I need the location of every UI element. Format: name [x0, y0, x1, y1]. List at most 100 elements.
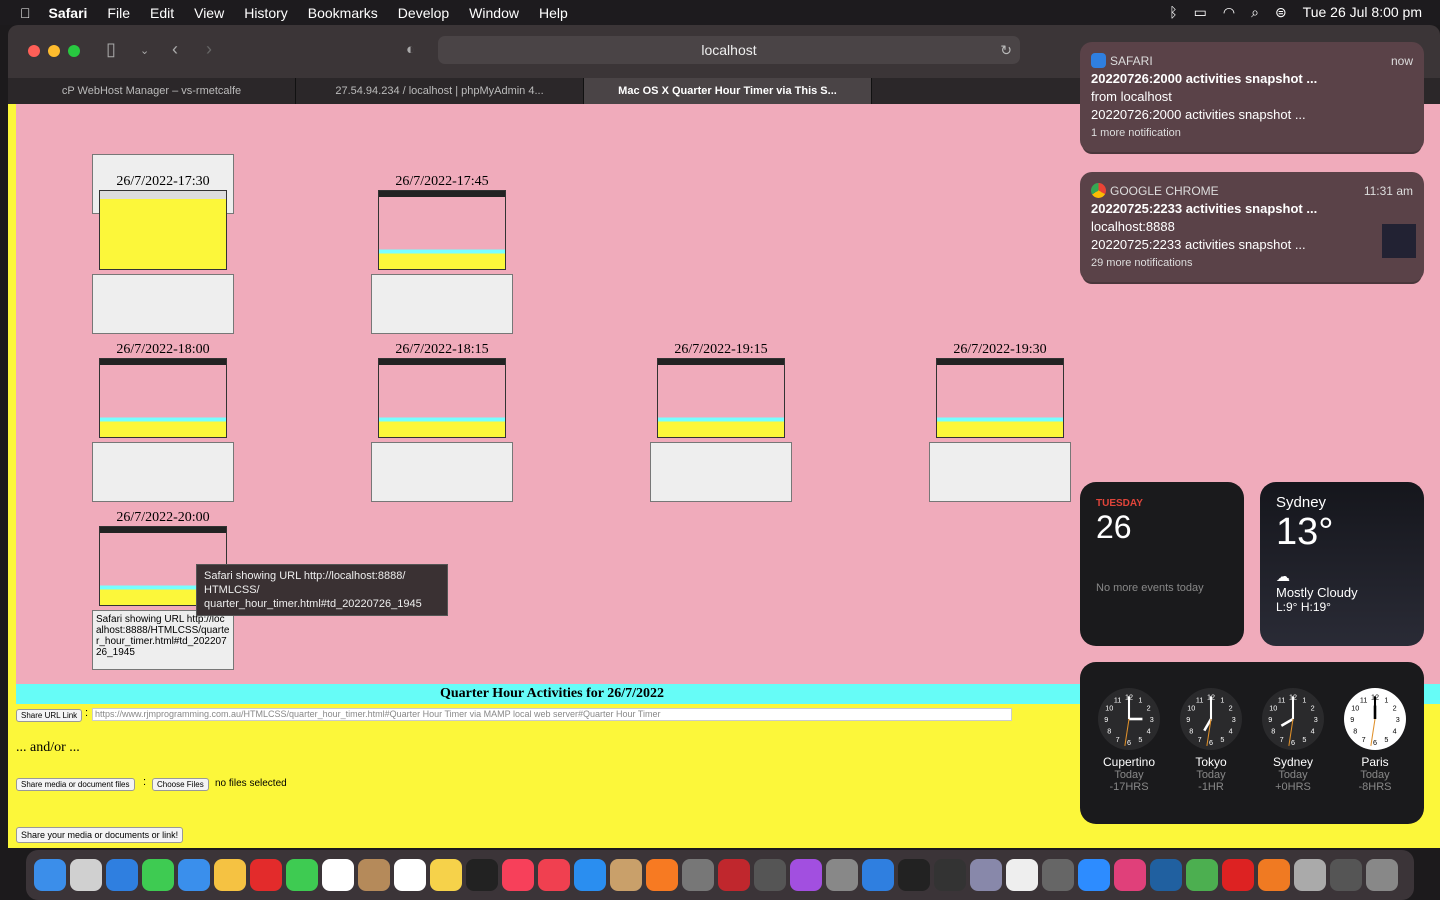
dock-calculator-icon[interactable] [682, 859, 714, 891]
wifi-icon[interactable]: ◠ [1223, 4, 1235, 21]
dock-xcode-icon[interactable] [862, 859, 894, 891]
svg-text:4: 4 [1311, 726, 1315, 735]
dock-apple-tv-icon[interactable] [466, 859, 498, 891]
menubar-clock[interactable]: Tue 26 Jul 8:00 pm [1303, 4, 1422, 21]
dock-books-icon[interactable] [1258, 859, 1290, 891]
world-clock-widget[interactable]: 123456789101112 Cupertino Today -17HRS12… [1080, 662, 1424, 824]
clock-offset: -17HRS [1109, 781, 1149, 793]
dock-paintbrush-icon[interactable] [610, 859, 642, 891]
dock-textedit-icon[interactable] [1006, 859, 1038, 891]
snapshot-notes-textarea[interactable] [92, 274, 234, 334]
dock-music-icon[interactable] [502, 859, 534, 891]
dock-preview-icon[interactable] [970, 859, 1002, 891]
snapshot-notes-textarea[interactable] [371, 442, 513, 502]
dock-filezilla-icon[interactable] [718, 859, 750, 891]
battery-icon[interactable]: ▭ [1194, 4, 1207, 21]
menu-view[interactable]: View [194, 5, 224, 21]
notification-more[interactable]: 1 more notification [1091, 124, 1413, 142]
dock-trash-icon[interactable] [1366, 859, 1398, 891]
chevron-down-icon[interactable]: ⌄ [140, 44, 149, 57]
svg-text:5: 5 [1302, 735, 1306, 744]
dock-zoom-icon[interactable] [1078, 859, 1110, 891]
share-url-input[interactable]: https://www.rjmprogramming.com.au/HTMLCS… [92, 708, 1012, 721]
dock-safari-icon[interactable] [106, 859, 138, 891]
dock-photos-icon[interactable] [214, 859, 246, 891]
dock-intellij-icon[interactable] [1114, 859, 1146, 891]
snapshot-notes-textarea[interactable] [929, 442, 1071, 502]
dock-messages-icon[interactable] [142, 859, 174, 891]
svg-text:3: 3 [1314, 715, 1318, 724]
dock-notes-icon[interactable] [430, 859, 462, 891]
dock-finder-icon[interactable] [34, 859, 66, 891]
snapshot-thumbnail[interactable] [378, 190, 506, 270]
snapshot-thumbnail[interactable] [99, 358, 227, 438]
dock-screenshot-icon[interactable] [1330, 859, 1362, 891]
dock-firefox-icon[interactable] [646, 859, 678, 891]
menu-window[interactable]: Window [469, 5, 519, 21]
notification-chrome[interactable]: GOOGLE CHROME 11:31 am 20220725:2233 acti… [1080, 172, 1424, 282]
share-media-button[interactable]: Share media or document files [16, 778, 135, 791]
snapshot-time: 26/7/2022-17:30 [116, 174, 210, 189]
dock-opera-icon[interactable] [250, 859, 282, 891]
calendar-events: No more events today [1096, 582, 1204, 594]
menu-develop[interactable]: Develop [398, 5, 449, 21]
dock-bbedit-icon[interactable] [754, 859, 786, 891]
clock-day: Today [1114, 769, 1144, 781]
minimize-window-button[interactable] [48, 45, 60, 57]
dock-contacts-icon[interactable] [358, 859, 390, 891]
bluetooth-icon[interactable]: ᛒ [1169, 4, 1177, 21]
dock-mail-icon[interactable] [178, 859, 210, 891]
dock-terminal-icon[interactable] [898, 859, 930, 891]
dock-app-store-icon[interactable] [574, 859, 606, 891]
forward-icon[interactable]: › [206, 39, 212, 60]
snapshot-thumbnail[interactable] [936, 358, 1064, 438]
tab-webhost-manager[interactable]: cP WebHost Manager – vs-rmetcalfe [8, 78, 296, 104]
notification-safari[interactable]: SAFARI now 20220726:2000 activities snaps… [1080, 42, 1424, 152]
dock-podcasts-icon[interactable] [790, 859, 822, 891]
spotlight-icon[interactable]: ⌕ [1251, 4, 1259, 21]
tab-phpmyadmin[interactable]: 27.54.94.234 / localhost | phpMyAdmin 4.… [296, 78, 584, 104]
dock-image-capture-icon[interactable] [1294, 859, 1326, 891]
dock-reminders-icon[interactable] [394, 859, 426, 891]
menu-history[interactable]: History [244, 5, 288, 21]
sidebar-icon[interactable]: ▯ [106, 39, 116, 60]
menu-edit[interactable]: Edit [150, 5, 174, 21]
privacy-shield-icon[interactable]: ◐ [406, 41, 415, 58]
dock-system-preferences-icon[interactable] [826, 859, 858, 891]
dock-mamp-icon[interactable] [934, 859, 966, 891]
svg-text:2: 2 [1147, 704, 1151, 713]
snapshot-notes-textarea[interactable] [371, 274, 513, 334]
dock-acrobat-icon[interactable] [1222, 859, 1254, 891]
weather-widget[interactable]: Sydney 13° ☁ Mostly Cloudy L:9° H:19° [1260, 482, 1424, 646]
menu-bookmarks[interactable]: Bookmarks [308, 5, 378, 21]
dock-news-icon[interactable] [538, 859, 570, 891]
snapshot-notes-textarea[interactable] [650, 442, 792, 502]
zoom-window-button[interactable] [68, 45, 80, 57]
choose-files-button[interactable]: Choose Files [152, 778, 209, 791]
dock-calendar-icon[interactable] [322, 859, 354, 891]
close-window-button[interactable] [28, 45, 40, 57]
snapshot-thumbnail[interactable] [378, 358, 506, 438]
dock-automator-icon[interactable] [1042, 859, 1074, 891]
snapshot-thumbnail[interactable] [657, 358, 785, 438]
snapshot-notes-textarea[interactable] [92, 442, 234, 502]
apple-menu-icon[interactable]:  [20, 5, 31, 21]
dock-chrome-icon[interactable] [1186, 859, 1218, 891]
tab-quarter-hour-timer[interactable]: Mac OS X Quarter Hour Timer via This S..… [584, 78, 872, 104]
dock-launchpad-icon[interactable] [70, 859, 102, 891]
notification-more[interactable]: 29 more notifications [1091, 254, 1413, 272]
control-center-icon[interactable]: ⊜ [1275, 4, 1287, 21]
dock-facetime-icon[interactable] [286, 859, 318, 891]
address-bar[interactable]: localhost ↻ [438, 36, 1020, 64]
menu-app-name[interactable]: Safari [49, 5, 88, 21]
share-url-link-button[interactable]: Share URL Link [16, 709, 83, 722]
snapshot-thumbnail[interactable] [99, 190, 227, 270]
menu-file[interactable]: File [107, 5, 130, 21]
menu-help[interactable]: Help [539, 5, 568, 21]
calendar-widget[interactable]: TUESDAY 26 No more events today [1080, 482, 1244, 646]
back-icon[interactable]: ‹ [172, 39, 178, 60]
reload-icon[interactable]: ↻ [1000, 36, 1012, 64]
snapshot-notes-textarea[interactable]: Safari showing URL http://localhost:8888… [92, 610, 234, 670]
dock-quicktime-icon[interactable] [1150, 859, 1182, 891]
submit-share-button[interactable]: Share your media or documents or link! [16, 827, 184, 843]
